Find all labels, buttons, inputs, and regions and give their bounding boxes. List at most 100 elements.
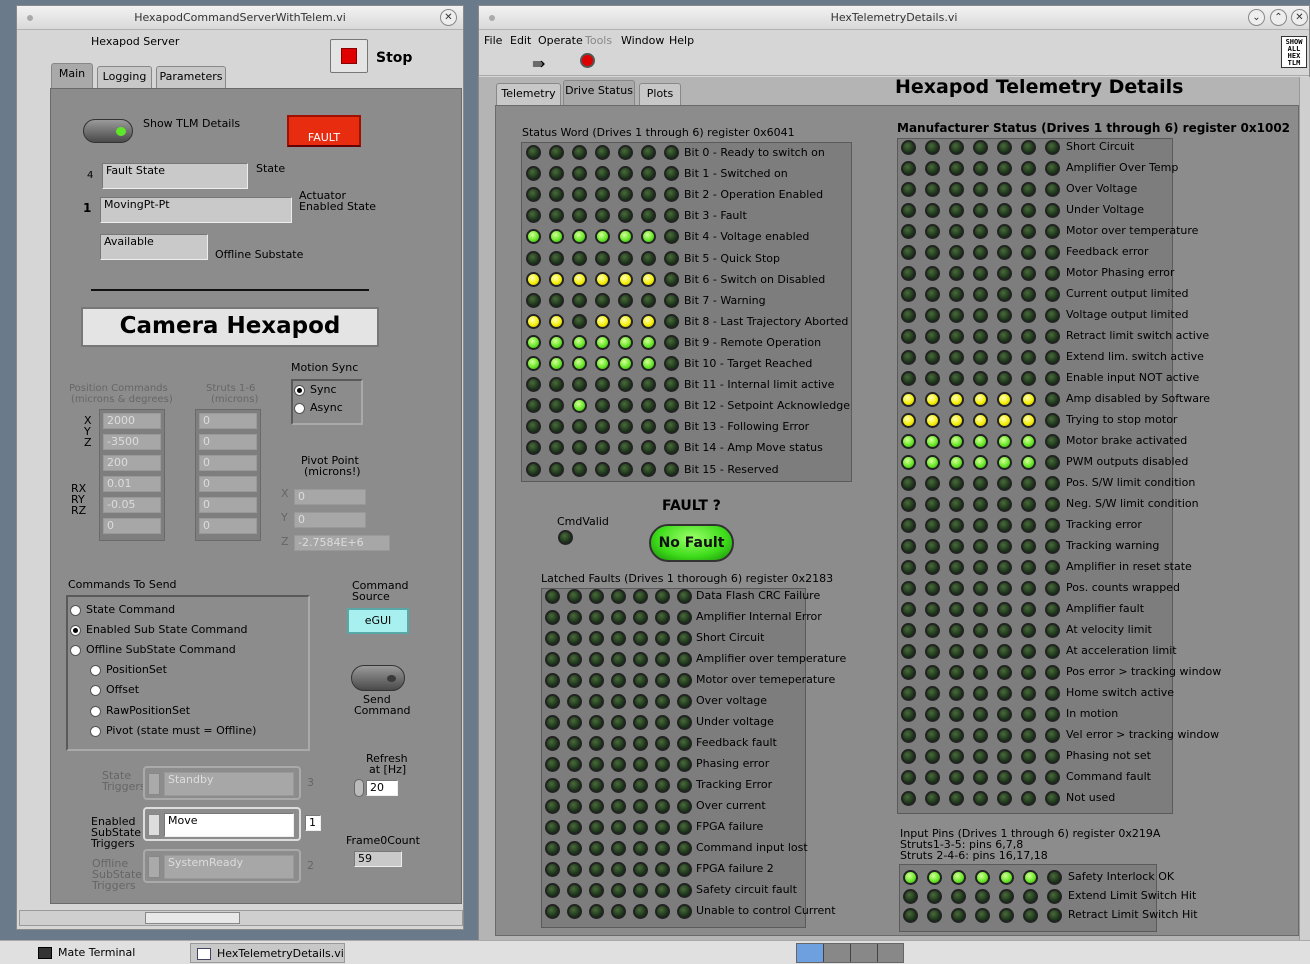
tab-logging[interactable]: Logging <box>97 66 152 88</box>
positionset-radio[interactable] <box>90 665 101 676</box>
enabled-substate-radio[interactable] <box>70 625 81 636</box>
maximize-icon[interactable]: ⌃ <box>1270 9 1287 26</box>
position-ry[interactable]: -0.05 <box>103 497 161 513</box>
workspace-switcher[interactable] <box>796 943 904 963</box>
latched-fault-row-label: Amplifier over temperature <box>696 652 847 665</box>
left-window: HexapodCommandServerWithTelem.vi ✕ Hexap… <box>16 5 464 930</box>
show-tlm-toggle[interactable] <box>83 119 133 143</box>
struts-header-2: (microns) <box>211 394 259 405</box>
abort-icon[interactable] <box>580 53 595 68</box>
mfr-status-row-label: Motor brake activated <box>1066 434 1188 447</box>
async-label: Async <box>310 401 343 414</box>
enabled-trigger-stepper[interactable] <box>148 814 160 836</box>
drive-1-led <box>901 497 916 512</box>
position-y[interactable]: -3500 <box>103 434 161 450</box>
refresh-input[interactable]: 20 <box>366 780 398 796</box>
pivot-radio[interactable] <box>90 726 101 737</box>
drive-3-led <box>949 518 964 533</box>
right-window: HexTelemetryDetails.vi ⌄ ⌃ ✕ File Edit O… <box>478 5 1310 941</box>
drive-1-led <box>526 461 541 477</box>
position-rz[interactable]: 0 <box>103 518 161 534</box>
latched-fault-row-label: Motor over temeperature <box>696 673 836 686</box>
position-x[interactable]: 2000 <box>103 413 161 429</box>
drive-6-led <box>1021 308 1036 323</box>
status-bit-row-label: Bit 4 - Voltage enabled <box>684 230 810 244</box>
drive-2-led <box>567 757 582 772</box>
tab-parameters[interactable]: Parameters <box>156 66 226 88</box>
left-hscrollbar[interactable] <box>19 910 463 926</box>
async-radio[interactable] <box>294 403 305 414</box>
drive-5-led <box>633 883 648 898</box>
close-icon[interactable]: ✕ <box>440 9 457 26</box>
offset-radio[interactable] <box>90 685 101 696</box>
drive-6-led <box>1021 497 1036 512</box>
tab-drive-status[interactable]: Drive Status <box>563 80 635 105</box>
drive-1-led <box>903 889 918 904</box>
enabled-trigger-select[interactable]: Move <box>164 813 294 837</box>
menu-help[interactable]: Help <box>669 34 694 47</box>
fault-button[interactable]: FAULT <box>287 115 361 147</box>
drive-4-led <box>611 610 626 625</box>
run-arrow-icon[interactable]: ⇛ <box>532 54 545 73</box>
pivot-z[interactable]: -2.7584E+6 <box>294 535 390 551</box>
summary-led <box>1045 203 1060 218</box>
offline-trigger-stepper[interactable] <box>148 856 160 878</box>
show-all-tlm-icon[interactable]: SHOW ALL HEX TLM <box>1281 36 1307 68</box>
summary-led <box>1045 581 1060 596</box>
position-z[interactable]: 200 <box>103 455 161 471</box>
state-trigger-select[interactable]: Standby <box>164 772 294 796</box>
drive-2-led <box>925 686 940 701</box>
send-command-toggle[interactable] <box>351 665 405 691</box>
menu-tools[interactable]: Tools <box>585 34 612 47</box>
tab-main[interactable]: Main <box>51 63 93 88</box>
drive-1-led <box>901 770 916 785</box>
offline-substate-radio[interactable] <box>70 645 81 656</box>
input-pin-row-label: Safety Interlock OK <box>1068 870 1175 883</box>
close-icon[interactable]: ✕ <box>1291 9 1308 26</box>
drive-6-led <box>641 292 656 308</box>
menu-operate[interactable]: Operate <box>538 34 583 47</box>
taskbar-terminal[interactable]: Mate Terminal <box>32 943 187 963</box>
menu-file[interactable]: File <box>484 34 502 47</box>
latched-faults-title: Latched Faults (Drives 1 thorough 6) reg… <box>541 572 834 585</box>
right-vscrollbar[interactable] <box>1299 77 1310 941</box>
drive-4-led <box>973 245 988 260</box>
drive-3-led <box>949 287 964 302</box>
drive-5-led <box>618 461 633 477</box>
minimize-icon[interactable]: ⌄ <box>1248 9 1265 26</box>
state-trigger-stepper[interactable] <box>148 773 160 795</box>
drive-1-led <box>901 560 916 575</box>
position-rx[interactable]: 0.01 <box>103 476 161 492</box>
menu-edit[interactable]: Edit <box>510 34 531 47</box>
drive-6-led <box>1021 245 1036 260</box>
summary-led <box>1045 371 1060 386</box>
drive-1-led <box>545 862 560 877</box>
drive-5-led <box>997 602 1012 617</box>
egui-button[interactable]: eGUI <box>347 608 409 634</box>
summary-led <box>1045 392 1060 407</box>
mfr-status-row-label: Phasing not set <box>1066 749 1151 762</box>
drive-6-led <box>1021 665 1036 680</box>
pivot-y[interactable]: 0 <box>294 512 366 528</box>
drive-5-led <box>618 334 633 350</box>
drive-6-led <box>1023 908 1038 923</box>
sync-radio[interactable] <box>294 385 305 396</box>
state-command-radio[interactable] <box>70 605 81 616</box>
menu-window[interactable]: Window <box>621 34 664 47</box>
drive-1-led <box>901 266 916 281</box>
drive-6-led <box>655 589 670 604</box>
drive-1-led <box>901 728 916 743</box>
frame-count-value: 59 <box>354 851 402 867</box>
refresh-stepper[interactable] <box>354 779 364 797</box>
drive-3-led <box>949 140 964 155</box>
drive-5-led <box>633 757 648 772</box>
stop-button[interactable] <box>330 39 368 73</box>
drive-2-led <box>925 203 940 218</box>
tab-telemetry[interactable]: Telemetry <box>496 83 561 105</box>
drive-4-led <box>973 770 988 785</box>
tab-plots[interactable]: Plots <box>639 83 681 105</box>
rawpositionset-radio[interactable] <box>90 706 101 717</box>
pivot-x[interactable]: 0 <box>294 489 366 505</box>
taskbar-hextelemetry[interactable]: HexTelemetryDetails.vi <box>190 943 345 963</box>
offline-trigger-select[interactable]: SystemReady <box>164 855 294 879</box>
